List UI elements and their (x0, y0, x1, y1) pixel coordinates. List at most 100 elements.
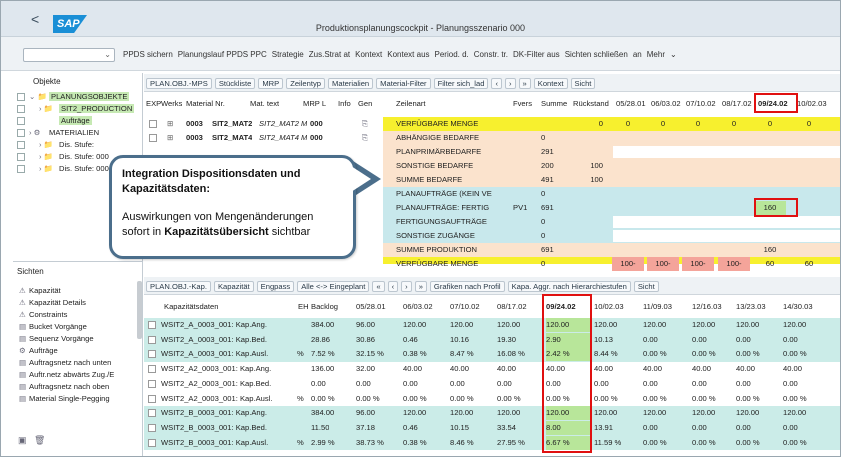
period-value[interactable] (647, 243, 679, 257)
period-value[interactable] (682, 131, 714, 145)
toolbar-button[interactable]: Period. d. (435, 50, 469, 59)
capacity-value[interactable]: 0.00 % (692, 392, 716, 406)
toolbar-button[interactable]: Sichten schließen (565, 50, 628, 59)
grid-toolbar-button[interactable]: Material-Filter (376, 78, 431, 89)
row-checkbox[interactable] (149, 134, 157, 142)
capacity-value[interactable]: 0.00 (356, 377, 371, 391)
capacity-value[interactable]: 0.00 (450, 377, 465, 391)
row-checkbox[interactable] (148, 379, 156, 388)
capacity-value[interactable]: 2.99 % (311, 436, 335, 450)
grid-toolbar-button[interactable]: › (401, 281, 412, 292)
period-value[interactable] (647, 173, 679, 187)
capacity-value[interactable]: 120.00 (450, 318, 473, 332)
capacity-value[interactable]: 0.00 (692, 421, 707, 435)
capacity-value[interactable]: 0.00 (643, 333, 658, 347)
expand-icon[interactable]: ⊞ (167, 131, 173, 145)
tree-item[interactable]: › ⚙ MATERIALIEN (13, 128, 143, 139)
toolbar-button[interactable]: Mehr (647, 50, 665, 59)
period-value[interactable]: 160 (754, 243, 786, 257)
capacity-value[interactable]: 10.15 (450, 421, 469, 435)
period-value[interactable] (612, 131, 644, 145)
capacity-value[interactable]: 0.00 % (594, 392, 618, 406)
view-item[interactable]: ▤ Bucket Vorgänge (19, 322, 87, 333)
capacity-value[interactable]: 0.00 (783, 421, 798, 435)
row-checkbox[interactable] (148, 365, 156, 374)
capacity-value[interactable]: 10.16 (450, 333, 469, 347)
grid-toolbar-button[interactable]: » (518, 78, 531, 89)
period-value[interactable] (682, 243, 714, 257)
capacity-value[interactable]: 0.00 (692, 333, 707, 347)
period-value[interactable] (612, 173, 644, 187)
grid-toolbar-button[interactable]: PLAN.OBJ.-Kap. (146, 281, 211, 292)
capacity-value[interactable]: 40.00 (692, 362, 711, 376)
period-value[interactable]: 100- (612, 257, 644, 271)
grid-toolbar-button[interactable]: Alle <-> Eingeplant (297, 281, 370, 292)
capacity-value[interactable]: 40.00 (450, 362, 469, 376)
row-checkbox[interactable] (148, 423, 156, 432)
view-item[interactable]: ⚙ Aufträge (19, 346, 58, 357)
period-value[interactable] (647, 159, 679, 173)
capacity-value[interactable]: 0.00 (736, 377, 751, 391)
capacity-value[interactable]: 0.00 % (643, 392, 667, 406)
period-value[interactable]: 0 (612, 117, 644, 131)
period-value[interactable] (718, 159, 750, 173)
period-value[interactable] (718, 243, 750, 257)
capacity-value[interactable]: 384.00 (311, 406, 334, 420)
capacity-value[interactable]: 27.95 % (497, 436, 525, 450)
tree-checkbox[interactable] (17, 153, 25, 161)
capacity-value[interactable]: 0.00 % (736, 436, 760, 450)
capacity-value[interactable]: 0.00 % (783, 347, 807, 361)
toolbar-button[interactable]: Planungslauf PPDS PPC (178, 50, 267, 59)
row-checkbox[interactable] (149, 120, 157, 128)
capacity-value[interactable]: 96.00 (356, 406, 375, 420)
trash-icon[interactable]: 🗑 (34, 435, 45, 445)
period-value[interactable] (718, 173, 750, 187)
material-number[interactable]: SIT2_MAT4 (212, 131, 252, 145)
capacity-value[interactable]: 120.00 (497, 318, 520, 332)
capacity-value[interactable]: 0.46 (403, 421, 418, 435)
tree-checkbox[interactable] (17, 165, 25, 173)
capacity-value[interactable]: 33.54 (497, 421, 516, 435)
grid-toolbar-button[interactable]: Sicht (570, 78, 596, 89)
period-value[interactable] (754, 159, 786, 173)
capacity-value[interactable]: 120.00 (403, 318, 426, 332)
period-value[interactable] (647, 131, 679, 145)
period-value[interactable]: 0 (718, 117, 750, 131)
period-value[interactable] (682, 159, 714, 173)
period-value[interactable] (612, 201, 644, 215)
capacity-value[interactable]: 96.00 (356, 318, 375, 332)
capacity-value[interactable]: 0.00 (692, 377, 707, 391)
capacity-value[interactable]: 0.00 (643, 421, 658, 435)
period-value[interactable] (793, 159, 825, 173)
capacity-value[interactable]: 37.18 (356, 421, 375, 435)
period-value[interactable]: 60 (754, 257, 786, 271)
capacity-value[interactable]: 0.00 % (692, 347, 716, 361)
capacity-value[interactable]: 0.00 (311, 377, 326, 391)
capacity-value[interactable]: 0.00 (736, 421, 751, 435)
period-value[interactable]: 0 (647, 117, 679, 131)
toolbar-button[interactable]: Strategie (272, 50, 304, 59)
toolbar-button[interactable]: Kontext aus (387, 50, 429, 59)
grid-toolbar-button[interactable]: Zeilentyp (286, 78, 326, 89)
toolbar-button[interactable]: Zus.Strat at (309, 50, 350, 59)
grid-toolbar-button[interactable]: Sicht (633, 281, 659, 292)
capacity-value[interactable]: 30.86 (356, 333, 375, 347)
capacity-value[interactable]: 0.00 (783, 333, 798, 347)
capacity-value[interactable]: 8.47 % (450, 347, 474, 361)
capacity-value[interactable]: 19.30 (497, 333, 516, 347)
toolbar-button[interactable]: DK-Filter aus (513, 50, 560, 59)
capacity-value[interactable]: 0.00 % (643, 347, 667, 361)
info-icon[interactable]: ⎘ (362, 117, 368, 131)
tree-item[interactable]: ⌄ 📁 PLANUNGSOBJEKTE (13, 92, 143, 103)
view-item[interactable]: ⚠ Kapazität (19, 286, 61, 297)
capacity-value[interactable]: 28.86 (311, 333, 330, 347)
tree-checkbox[interactable] (17, 129, 25, 137)
row-checkbox[interactable] (148, 321, 156, 329)
capacity-value[interactable]: 16.08 % (497, 347, 525, 361)
toolbar-button[interactable]: an (633, 50, 642, 59)
grid-toolbar-button[interactable]: PLAN.OBJ.-MPS (146, 78, 212, 89)
capacity-value[interactable]: 8.46 % (450, 436, 474, 450)
capacity-value[interactable]: 0.00 % (736, 392, 760, 406)
capacity-value[interactable]: 120.00 (497, 406, 520, 420)
period-value[interactable] (718, 201, 750, 215)
